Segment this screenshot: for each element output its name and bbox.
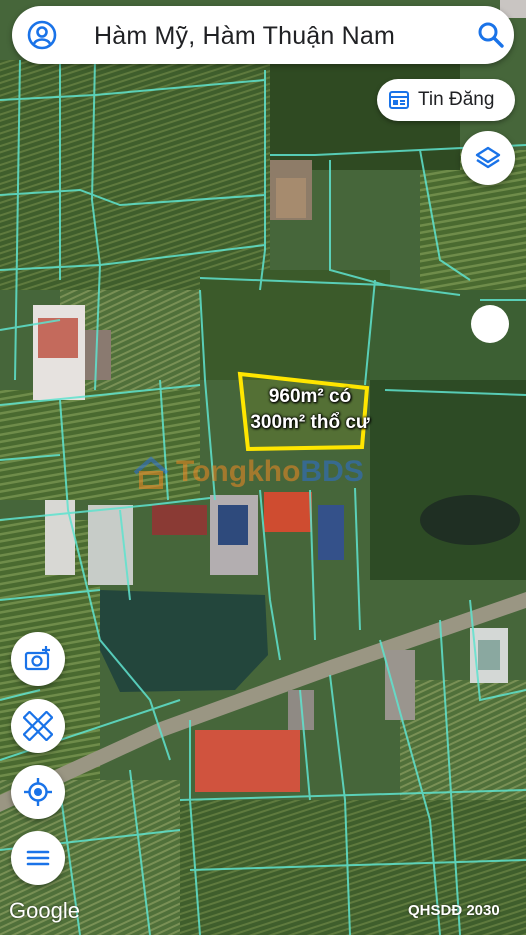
- layers-button[interactable]: [461, 131, 515, 185]
- calendar-listing-icon: [389, 91, 409, 109]
- add-photo-icon: [24, 646, 50, 671]
- layers-icon: [475, 146, 501, 169]
- parcel-residential-line: 300m² thổ cư: [250, 412, 370, 433]
- house-logo-icon: [133, 456, 169, 489]
- parcel-area-label: 960m² có 300m² thổ cư: [220, 384, 400, 436]
- watermark-text: Tongkho: [176, 455, 301, 488]
- land-use-plan-label[interactable]: QHSDĐ 2030: [408, 902, 500, 919]
- search-location-text[interactable]: Hàm Mỹ, Hàm Thuận Nam: [94, 22, 395, 51]
- listings-label: Tin Đăng: [418, 89, 495, 110]
- menu-icon: [26, 850, 50, 866]
- listings-button[interactable]: Tin Đăng: [377, 79, 515, 121]
- my-location-button[interactable]: [11, 765, 65, 819]
- account-circle-icon[interactable]: [26, 19, 58, 51]
- map-marker-dot[interactable]: [471, 305, 509, 343]
- search-bar[interactable]: Hàm Mỹ, Hàm Thuận Nam: [12, 6, 514, 64]
- measure-button[interactable]: [11, 699, 65, 753]
- parcel-area-line: 960m² có: [268, 386, 352, 407]
- my-location-icon: [24, 778, 52, 806]
- ruler-icon: [23, 711, 53, 741]
- add-photo-button[interactable]: [11, 632, 65, 686]
- search-icon[interactable]: [474, 18, 508, 52]
- menu-button[interactable]: [11, 831, 65, 885]
- watermark-text-suffix: BDS: [300, 455, 364, 488]
- google-logo: Google: [9, 898, 80, 923]
- watermark: TongkhoBDS: [132, 455, 402, 489]
